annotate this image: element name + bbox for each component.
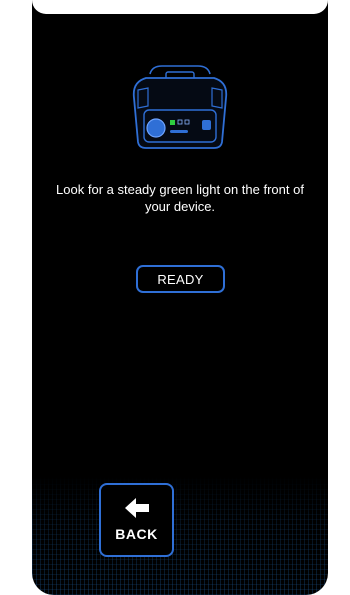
back-button[interactable]: BACK — [99, 483, 174, 557]
instruction-text: Look for a steady green light on the fro… — [56, 182, 304, 214]
back-button-label: BACK — [115, 526, 158, 542]
phone-screen: Look for a steady green light on the fro… — [32, 0, 328, 595]
radar-detector-device-icon — [132, 65, 228, 149]
setup-screen: Look for a steady green light on the fro… — [32, 0, 328, 595]
arrow-left-icon — [124, 498, 149, 518]
green-indicator-light — [170, 120, 175, 125]
ready-button[interactable]: READY — [136, 265, 225, 293]
